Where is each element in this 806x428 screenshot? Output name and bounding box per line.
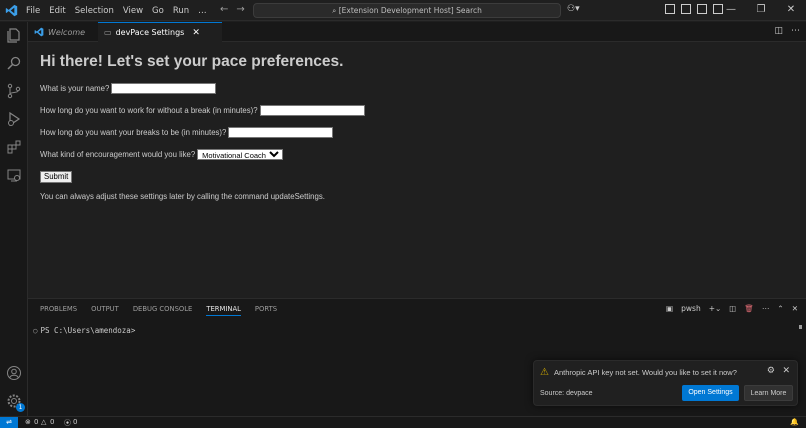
warning-status-icon[interactable]: △	[41, 418, 46, 426]
status-bar: ⇌ ⊗ 0 △ 0 ⦿ 0 🔔	[0, 416, 806, 428]
restore-icon[interactable]: ❐	[746, 0, 776, 21]
terminal-shell-icon: ▣	[666, 304, 674, 313]
tab-terminal[interactable]: TERMINAL	[206, 305, 241, 316]
navigation-arrows: ← →	[220, 4, 245, 16]
name-label: What is your name?	[40, 84, 110, 93]
split-terminal-icon[interactable]: ◫	[729, 304, 736, 313]
close-tab-icon[interactable]: ✕	[192, 28, 200, 38]
tab-debug-console[interactable]: DEBUG CONSOLE	[133, 305, 193, 316]
notification-message: Anthropic API key not set. Would you lik…	[554, 368, 737, 377]
submit-button[interactable]: Submit	[40, 171, 73, 183]
split-editor-icon[interactable]: ◫	[774, 26, 783, 36]
tab-welcome[interactable]: Welcome	[28, 22, 98, 42]
panel-tabs: PROBLEMS OUTPUT DEBUG CONSOLE TERMINAL P…	[40, 305, 277, 316]
terminal-prompt: PS C:\Users\amendoza>	[40, 326, 136, 335]
tab-welcome-label: Welcome	[48, 27, 86, 37]
more-actions-icon[interactable]: ⋯	[791, 26, 800, 36]
close-window-icon[interactable]: ✕	[776, 0, 806, 21]
encouragement-select[interactable]: Motivational Coach	[197, 149, 284, 160]
notification-source: Source: devpace	[540, 390, 593, 397]
close-notification-icon[interactable]: ✕	[782, 366, 790, 376]
layout-customize-icon[interactable]	[665, 4, 675, 14]
activity-bar: 1	[0, 22, 28, 416]
back-arrow-icon[interactable]: ←	[220, 4, 228, 16]
tab-ports[interactable]: PORTS	[255, 305, 277, 316]
source-control-icon[interactable]	[5, 82, 23, 100]
encouragement-row: What kind of encouragement would you lik…	[40, 149, 284, 160]
tab-problems[interactable]: PROBLEMS	[40, 305, 77, 316]
extensions-icon[interactable]	[5, 138, 23, 156]
remote-indicator-icon[interactable]: ⇌	[0, 417, 18, 428]
run-debug-icon[interactable]	[5, 110, 23, 128]
break-duration-input[interactable]	[228, 127, 334, 138]
menu-more[interactable]: …	[198, 6, 207, 16]
ports-count[interactable]: 0	[73, 418, 77, 426]
work-duration-label: How long do you want to work for without…	[40, 106, 258, 115]
work-duration-input[interactable]	[259, 105, 365, 116]
tab-output[interactable]: OUTPUT	[91, 305, 119, 316]
manage-gear-icon[interactable]: 1	[5, 392, 25, 412]
open-settings-button[interactable]: Open Settings	[682, 385, 739, 401]
vscode-logo-icon	[34, 27, 44, 37]
error-icon[interactable]: ⊗	[25, 418, 31, 426]
shell-label[interactable]: pwsh	[681, 304, 701, 313]
menu-view[interactable]: View	[123, 6, 143, 16]
menu-selection[interactable]: Selection	[75, 6, 114, 16]
notification-toast: ⚠ Anthropic API key not set. Would you l…	[533, 360, 798, 406]
new-terminal-icon[interactable]: +⌄	[709, 304, 722, 313]
title-bar: File Edit Selection View Go Run … ← → ⌕ …	[0, 0, 806, 21]
vscode-logo-icon	[5, 4, 18, 17]
command-center[interactable]: ⌕ [Extension Development Host] Search	[253, 3, 561, 18]
menu-go[interactable]: Go	[152, 6, 164, 16]
toggle-primary-sidebar-icon[interactable]	[681, 4, 691, 14]
settings-note: You can always adjust these settings lat…	[40, 192, 325, 201]
learn-more-button[interactable]: Learn More	[744, 385, 793, 401]
search-icon: ⌕	[332, 6, 337, 15]
minimize-icon[interactable]: —	[716, 0, 746, 21]
name-row: What is your name?	[40, 83, 217, 94]
close-panel-icon[interactable]: ✕	[792, 304, 798, 313]
toggle-panel-icon[interactable]	[697, 4, 707, 14]
tab-devpace-settings-label: devPace Settings	[115, 28, 185, 37]
webview-tab-icon: ▭	[104, 28, 112, 37]
ports-icon[interactable]: ⦿	[64, 418, 71, 428]
explorer-icon[interactable]	[5, 26, 23, 44]
webview-content: Hi there! Let's set your pace preference…	[28, 43, 806, 297]
tab-devpace-settings[interactable]: ▭ devPace Settings ✕	[98, 22, 222, 42]
work-duration-row: How long do you want to work for without…	[40, 105, 365, 116]
window-controls: — ❐ ✕	[716, 0, 806, 21]
page-title: Hi there! Let's set your pace preference…	[40, 53, 344, 70]
more-actions-icon[interactable]: ⋯	[762, 304, 770, 313]
break-duration-row: How long do you want your breaks to be (…	[40, 127, 334, 138]
terminal-scrollbar[interactable]	[799, 325, 802, 329]
kill-terminal-icon[interactable]: 🗑	[744, 304, 754, 313]
break-duration-label: How long do you want your breaks to be (…	[40, 128, 227, 137]
remote-explorer-icon[interactable]	[5, 166, 23, 184]
account-icon[interactable]	[5, 364, 23, 382]
encouragement-label: What kind of encouragement would you lik…	[40, 150, 196, 159]
command-center-label: [Extension Development Host] Search	[338, 6, 482, 15]
editor-tabs: Welcome ▭ devPace Settings ✕ ◫ ⋯	[28, 22, 806, 42]
panel-actions: ▣ pwsh +⌄ ◫ 🗑 ⋯ ⌃ ✕	[666, 304, 798, 313]
settings-badge: 1	[16, 403, 25, 412]
terminal-output[interactable]: ○ PS C:\Users\amendoza>	[33, 326, 135, 335]
error-count[interactable]: 0	[34, 418, 38, 426]
forward-arrow-icon[interactable]: →	[236, 4, 244, 16]
warning-count[interactable]: 0	[50, 418, 54, 426]
menu-bar: File Edit Selection View Go Run …	[26, 0, 216, 21]
editor-actions: ◫ ⋯	[774, 26, 800, 36]
copilot-icon[interactable]: ⚇▾	[567, 4, 580, 14]
name-input[interactable]	[111, 83, 217, 94]
search-view-icon[interactable]	[5, 54, 23, 72]
menu-edit[interactable]: Edit	[49, 6, 65, 16]
prompt-circle-icon: ○	[33, 326, 38, 335]
notification-settings-gear-icon[interactable]: ⚙	[767, 366, 775, 376]
layout-controls	[665, 4, 723, 14]
menu-run[interactable]: Run	[173, 6, 189, 16]
warning-icon: ⚠	[540, 367, 549, 378]
notifications-bell-icon[interactable]: 🔔	[790, 418, 799, 426]
maximize-panel-icon[interactable]: ⌃	[777, 304, 783, 313]
menu-file[interactable]: File	[26, 6, 40, 16]
